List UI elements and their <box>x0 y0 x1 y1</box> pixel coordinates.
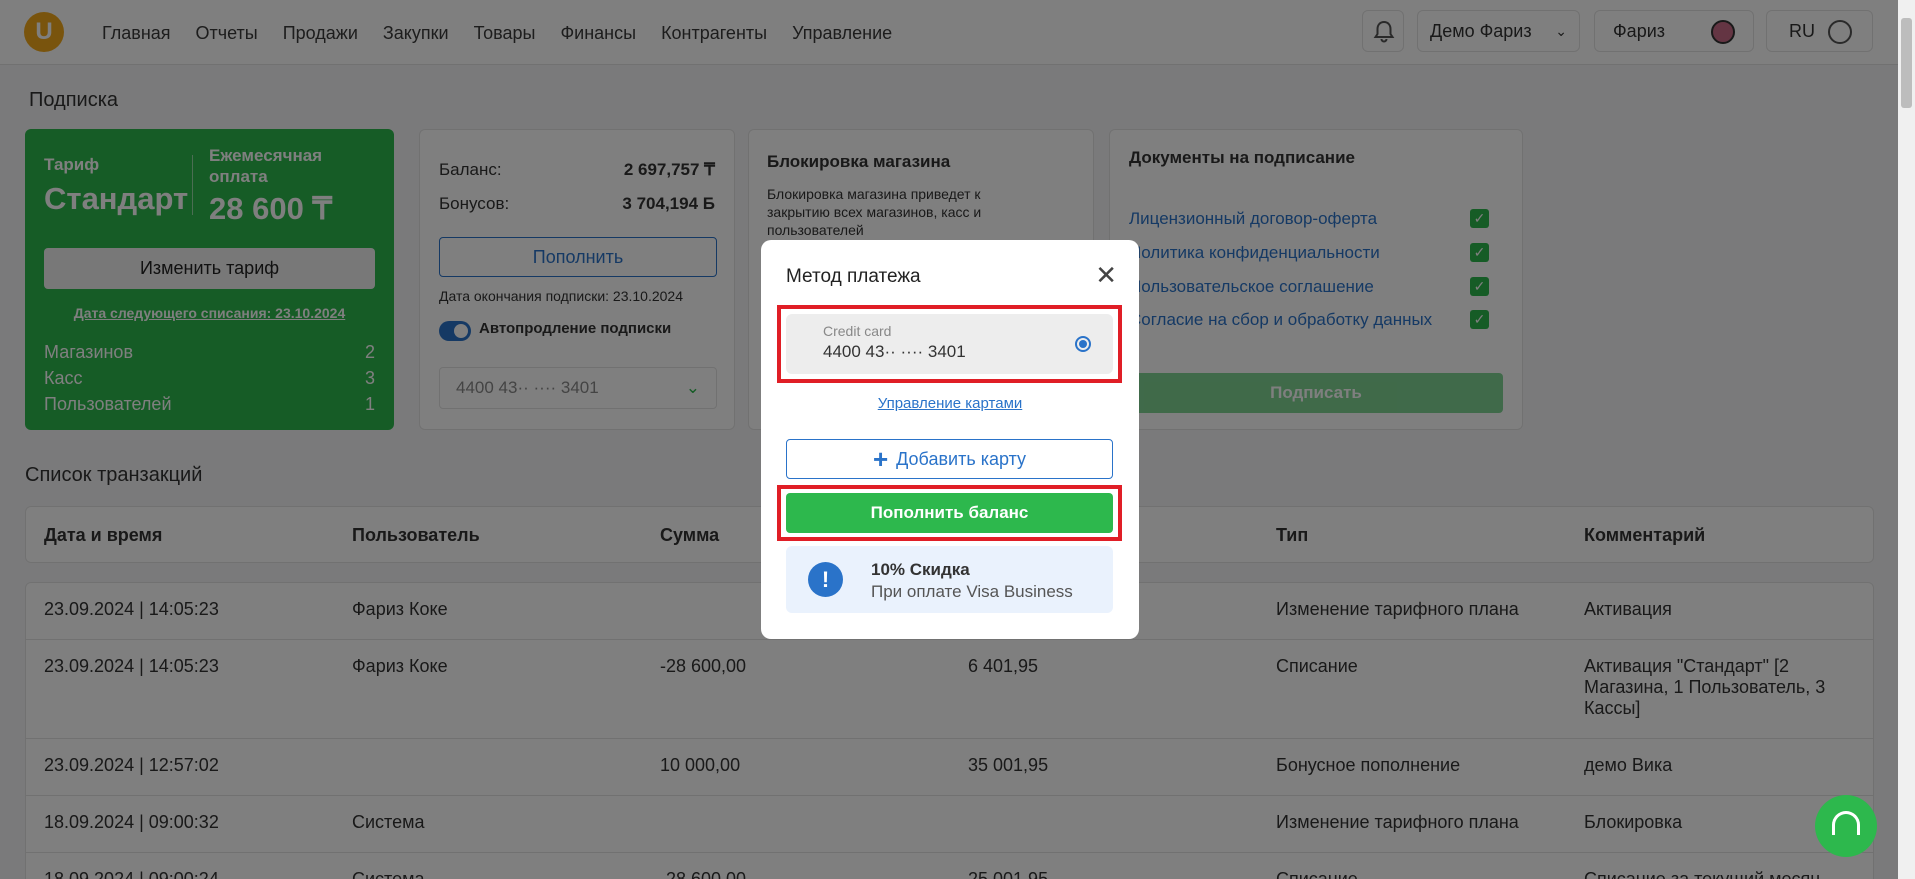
topup-balance-button[interactable]: Пополнить баланс <box>786 493 1113 533</box>
credit-card-option[interactable]: Credit card 4400 43·· ···· 3401 <box>786 314 1113 374</box>
page: U Главная Отчеты Продажи Закупки Товары … <box>0 0 1915 879</box>
promo-banner: ! 10% Скидка При оплате Visa Business <box>786 546 1113 613</box>
page-scrollbar[interactable] <box>1898 0 1915 879</box>
close-icon[interactable]: ✕ <box>1095 262 1117 288</box>
promo-title: 10% Скидка <box>871 560 970 579</box>
promo-text: При оплате Visa Business <box>871 582 1073 601</box>
payment-method-modal: Метод платежа ✕ Credit card 4400 43·· ··… <box>761 240 1139 639</box>
add-card-label: Добавить карту <box>896 449 1027 469</box>
radio-selected-icon[interactable] <box>1075 336 1091 352</box>
manage-cards-link[interactable]: Управление картами <box>761 395 1139 412</box>
modal-title: Метод платежа <box>786 266 921 287</box>
add-card-button[interactable]: + Добавить карту <box>786 439 1113 479</box>
support-chat-button[interactable] <box>1815 795 1877 857</box>
card-number: 4400 43·· ···· 3401 <box>823 342 966 361</box>
scrollbar-thumb[interactable] <box>1901 18 1912 108</box>
headset-icon <box>1832 811 1860 835</box>
exclamation-icon: ! <box>808 562 843 597</box>
card-type-label: Credit card <box>823 323 892 339</box>
plus-icon: + <box>872 444 889 474</box>
